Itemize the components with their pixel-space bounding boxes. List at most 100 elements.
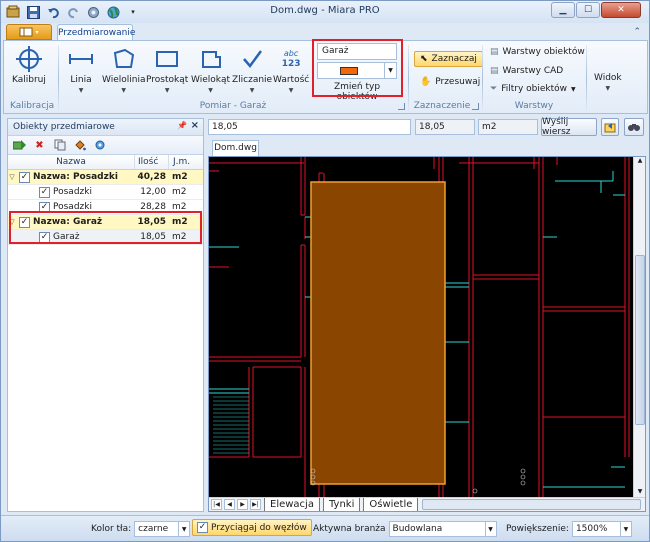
polyline-label: Wielolinia <box>102 75 146 85</box>
next-sheet-icon[interactable]: ▶ <box>237 499 248 510</box>
sheet-tab-oswietlenie[interactable]: Oświetle <box>363 498 419 511</box>
sheet-tab-tynki[interactable]: Tynki <box>322 498 361 511</box>
cursor-icon: ⬉ <box>420 54 428 64</box>
application-window: ▾ Dom.dwg - Miara PRO ▁ ☐ ✕ ▾ Przedmiaro… <box>0 0 650 542</box>
group-label-zaznaczenie: Zaznaczenie <box>413 101 471 111</box>
polygon-label: Wielokąt <box>191 75 231 85</box>
polyline-icon <box>111 45 137 73</box>
window-controls: ▁ ☐ ✕ <box>551 2 641 18</box>
column-header-qty[interactable]: Ilość <box>135 155 169 169</box>
calibrate-button[interactable]: Kalibruj <box>12 45 46 85</box>
object-filters-button[interactable]: ⏷ Filtry obiektów ▼ <box>490 84 576 94</box>
delete-icon[interactable]: ✖ <box>33 139 46 152</box>
paint-bucket-icon[interactable] <box>73 139 86 152</box>
column-header-name[interactable]: Nazwa <box>8 155 135 169</box>
select-label: Zaznaczaj <box>431 54 477 64</box>
count-button[interactable]: Zliczanie ▼ <box>232 45 272 94</box>
bg-color-label: Kolor tła: <box>91 524 132 534</box>
garage-room-shape[interactable] <box>310 181 446 485</box>
bg-color-select[interactable]: czarne ▼ <box>134 521 191 537</box>
group-separator <box>586 45 587 111</box>
group-label-warstwy: Warstwy <box>514 101 554 111</box>
binoculars-icon[interactable] <box>624 118 644 136</box>
table-row-group[interactable]: ▽ ✓ Nazwa: Posadzki 40,28 m2 <box>8 170 203 185</box>
group-label-kalibracja: Kalibracja <box>10 101 55 111</box>
line-icon <box>68 45 94 73</box>
pin-icon[interactable]: 📌 <box>177 121 187 130</box>
view-button[interactable]: Widok ▼ <box>594 71 622 92</box>
chevron-down-icon: ▼ <box>164 87 170 94</box>
rectangle-button[interactable]: Prostokąt ▼ <box>146 45 188 94</box>
title-bar: ▾ Dom.dwg - Miara PRO ▁ ☐ ✕ <box>1 1 649 23</box>
highlight-garage-group <box>9 211 202 244</box>
group-name: Nazwa: Posadzki <box>33 172 118 182</box>
export-icon[interactable] <box>601 118 619 136</box>
zoom-control: Powiększenie: 1500% ▼ <box>506 521 632 537</box>
value-input[interactable]: 18,05 <box>208 119 411 135</box>
cad-layers-button[interactable]: ▤ Warstwy CAD <box>490 66 563 76</box>
panel-header: Obiekty przedmiarowe 📌 × <box>8 119 203 136</box>
group-qty: 40,28 <box>137 172 166 182</box>
item-qty: 12,00 <box>140 187 166 197</box>
chevron-down-icon: ▼ <box>78 87 84 94</box>
row-checkbox[interactable]: ✓ <box>39 186 50 198</box>
close-button[interactable]: ✕ <box>601 2 641 18</box>
polygon-button[interactable]: Wielokąt ▼ <box>191 45 230 94</box>
chevron-down-icon: ▼ <box>605 85 611 92</box>
background-color-control: Kolor tła: czarne ▼ <box>91 521 191 537</box>
hand-icon: ✋ <box>420 77 432 87</box>
zoom-value: 1500% <box>575 524 608 534</box>
collapse-icon[interactable]: ▽ <box>8 173 16 181</box>
table-row[interactable]: ✓ Posadzki 12,00 m2 <box>8 185 203 200</box>
line-label: Linia <box>70 75 92 85</box>
horizontal-scrollbar[interactable] <box>422 499 641 510</box>
minimize-button[interactable]: ▁ <box>551 2 575 18</box>
first-sheet-icon[interactable]: |◀ <box>211 499 222 510</box>
item-name: Posadzki <box>53 187 92 197</box>
prev-sheet-icon[interactable]: ◀ <box>224 499 235 510</box>
column-header-unit[interactable]: J.m. <box>169 155 203 169</box>
value-button[interactable]: abc 123 Wartość ▼ <box>273 45 309 94</box>
sheet-tab-elewacja[interactable]: Elewacja <box>264 498 320 511</box>
abc-123-icon: abc 123 <box>282 45 301 73</box>
snap-checkbox[interactable]: ✓ <box>197 522 208 533</box>
scroll-thumb[interactable] <box>635 255 645 425</box>
sheet-tab-bar: |◀ ◀ ▶ ▶| Elewacja Tynki Oświetle <box>209 497 645 511</box>
object-layers-button[interactable]: ▤ Warstwy obiektów <box>490 47 585 57</box>
count-label: Zliczanie <box>232 75 273 85</box>
copy-icon[interactable] <box>53 139 66 152</box>
drawing-canvas[interactable]: ▲ ▼ |◀ ◀ ▶ ▶| Elewacja Tynki Oświetle <box>208 156 646 512</box>
scroll-up-icon[interactable]: ▲ <box>635 157 645 167</box>
close-icon[interactable]: × <box>191 120 199 131</box>
grid-header: Nazwa Ilość J.m. <box>8 155 203 170</box>
cad-layers-label: Warstwy CAD <box>502 66 564 76</box>
maximize-button[interactable]: ☐ <box>576 2 600 18</box>
move-label: Przesuwaj <box>435 77 481 87</box>
bg-color-value: czarne <box>138 524 169 534</box>
ribbon-collapse-icon[interactable]: ⌃ <box>633 27 641 37</box>
move-button[interactable]: ✋ Przesuwaj <box>420 77 480 87</box>
chevron-down-icon: ▼ <box>178 522 189 536</box>
branch-select[interactable]: Budowlana ▼ <box>388 521 497 537</box>
floor-plan <box>209 157 630 497</box>
select-button[interactable]: ⬉ Zaznaczaj <box>414 51 483 67</box>
send-row-button[interactable]: Wyślij wiersz <box>541 117 597 137</box>
polyline-button[interactable]: Wielolinia ▼ <box>102 45 145 94</box>
quantity-field: 18,05 <box>415 119 475 135</box>
document-tab[interactable]: Dom.dwg <box>212 140 259 156</box>
zoom-to-icon[interactable] <box>93 139 106 152</box>
group-dialog-launcher-icon[interactable] <box>398 103 405 110</box>
last-sheet-icon[interactable]: ▶| <box>250 499 261 510</box>
zoom-select[interactable]: 1500% ▼ <box>571 521 632 537</box>
row-checkbox[interactable]: ✓ <box>19 171 30 183</box>
vertical-scrollbar[interactable]: ▲ ▼ <box>633 157 645 498</box>
value-icon-abc: abc <box>283 49 299 58</box>
app-menu-button[interactable]: ▾ <box>6 24 52 40</box>
zoom-label: Powiększenie: <box>506 524 569 534</box>
branch-label: Aktywna branża <box>313 524 386 534</box>
group-dialog-launcher-icon[interactable] <box>472 103 479 110</box>
polygon-icon <box>198 45 224 73</box>
snap-to-nodes-toggle[interactable]: ✓ Przyciągaj do węzłów <box>192 519 312 536</box>
line-button[interactable]: Linia ▼ <box>68 45 94 94</box>
add-object-icon[interactable] <box>13 139 26 152</box>
